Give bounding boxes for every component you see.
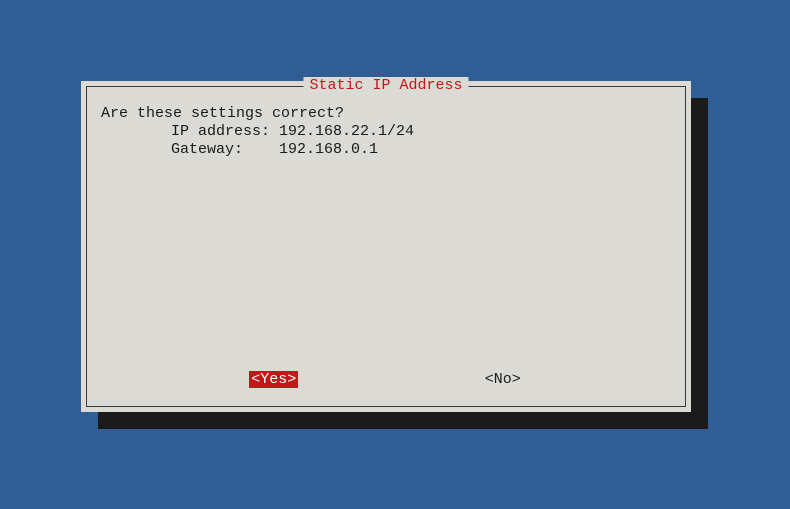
dialog-content: Are these settings correct? IP address: …: [101, 105, 671, 159]
gateway-row: Gateway: 192.168.0.1: [101, 141, 671, 159]
prompt-text: Are these settings correct?: [101, 105, 671, 123]
ip-address-label: IP address:: [171, 123, 279, 141]
button-row: <Yes> <No>: [87, 371, 685, 388]
gateway-value: 192.168.0.1: [279, 141, 378, 159]
ip-address-row: IP address: 192.168.22.1/24: [101, 123, 671, 141]
dialog-title: Static IP Address: [303, 77, 468, 94]
ip-address-value: 192.168.22.1/24: [279, 123, 414, 141]
no-button[interactable]: <No>: [483, 371, 523, 388]
yes-button[interactable]: <Yes>: [249, 371, 298, 388]
gateway-label: Gateway:: [171, 141, 279, 159]
dialog-wrapper: Static IP Address Are these settings cor…: [81, 81, 691, 412]
confirm-dialog: Static IP Address Are these settings cor…: [86, 86, 686, 407]
